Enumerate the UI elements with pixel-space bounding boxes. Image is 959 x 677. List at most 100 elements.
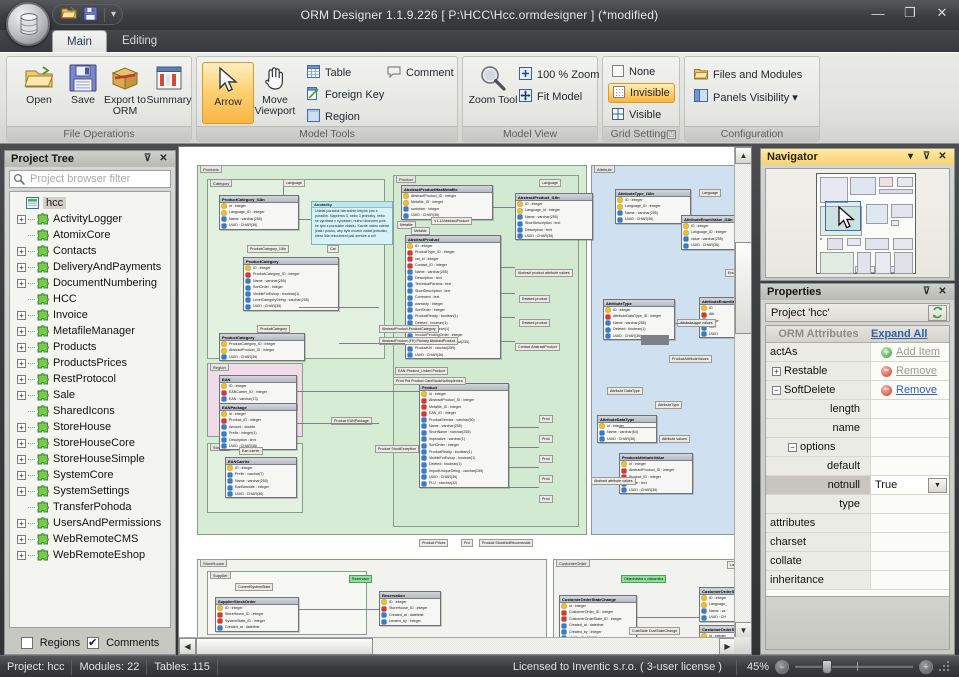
region-tool-button[interactable]: Region (303, 107, 364, 127)
tree-expander[interactable]: + (17, 246, 26, 256)
tree-expander[interactable]: + (17, 438, 26, 448)
diagram-table[interactable]: AttributeEnumValue_I18n ID : integer Langu… (681, 215, 735, 250)
panels-visibility-button[interactable]: Panels Visibility ▾ (690, 87, 802, 107)
relation-label[interactable]: CustState CustStateChange (629, 627, 681, 635)
tree-expander[interactable]: + (17, 278, 26, 288)
tree-item-activitylogger[interactable]: + ActivityLogger (13, 211, 170, 227)
grid-invisible-button[interactable]: Invisible (608, 83, 675, 103)
property-row-length[interactable]: length (766, 400, 949, 419)
canvas-horizontal-scrollbar[interactable]: ◀ ▶ (179, 637, 736, 654)
grid-none-button[interactable]: None (608, 62, 659, 82)
property-expander[interactable]: − (788, 442, 797, 452)
tree-item-storehousecore[interactable]: + StoreHouseCore (13, 435, 170, 451)
grid-settings-dialog-launcher[interactable]: ◳ (667, 130, 676, 139)
tree-expander[interactable]: + (17, 374, 26, 384)
navigator-thumbnail-map[interactable] (816, 173, 916, 274)
project-tree-pin-button[interactable]: ⊽ (142, 153, 153, 165)
relation-label[interactable]: ProductCategory (257, 325, 290, 333)
property-value-cell[interactable]: − Remove (871, 362, 949, 380)
property-expander[interactable]: + (772, 366, 781, 376)
table-tool-button[interactable]: Table (303, 63, 355, 83)
zoom-in-button[interactable]: + (919, 659, 933, 674)
regions-checkbox[interactable] (20, 636, 33, 649)
diagram-table[interactable]: AttributeType_I18n ID : integer Language_I… (615, 189, 691, 224)
property-row-SoftDelete[interactable]: − SoftDelete − Remove (766, 381, 949, 400)
relation-label[interactable]: AttributeType (655, 401, 683, 409)
close-button[interactable]: ✕ (931, 4, 953, 22)
property-value-cell[interactable] (871, 457, 949, 475)
files-and-modules-button[interactable]: Files and Modules (690, 65, 806, 85)
relation-label[interactable]: Related product (519, 319, 551, 327)
relation-label[interactable]: Prod (539, 495, 553, 503)
property-action-link[interactable]: Remove (896, 384, 937, 396)
grid-visible-button[interactable]: Visible (608, 105, 665, 125)
diagram-table[interactable]: AttributeDataType id : integer Name : varc… (597, 415, 657, 444)
project-tree-list[interactable]: hcc + ActivityLogger AtomixCore + Contacts + De… (9, 191, 171, 628)
property-row-default[interactable]: default (766, 457, 949, 476)
property-row-name[interactable]: name (766, 419, 949, 438)
diagram-comment-note[interactable]: Anotačky Udelat poradne hierarchie lebyhk… (311, 201, 393, 245)
remove-icon[interactable]: − (881, 365, 892, 377)
erd-diagram[interactable]: ProductsCategoryProductRegionStorageAttr… (179, 147, 735, 638)
comment-tool-button[interactable]: Comment (383, 63, 458, 83)
diagram-table[interactable]: AttributeEnumValueIDAttrNameSortUUID (699, 297, 735, 338)
relation-label[interactable]: Product Prices (419, 539, 449, 547)
property-row-type[interactable]: type (766, 495, 949, 514)
expand-all-link[interactable]: Expand All (871, 328, 927, 340)
diagram-table[interactable]: AttributeType ID : integer AttributeDataTy… (603, 299, 675, 340)
property-row-collate[interactable]: collate (766, 552, 949, 571)
qat-save-icon[interactable] (83, 6, 98, 24)
tree-expander[interactable]: + (17, 262, 26, 272)
relation-label[interactable]: Language (283, 179, 305, 187)
property-value-cell[interactable]: True ▼ (871, 476, 949, 494)
qat-open-icon[interactable] (61, 6, 77, 23)
tree-expander[interactable]: + (17, 390, 26, 400)
relation-label[interactable]: Abstract product attribute values (515, 269, 573, 277)
property-row-inheritance[interactable]: inheritance (766, 571, 949, 590)
relation-label[interactable]: Prd (461, 539, 473, 547)
qat-more-icon[interactable]: ▾ (111, 9, 116, 20)
tree-item-hcc[interactable]: HCC (13, 291, 170, 307)
relation-label-highlighted[interactable]: Rezervace (349, 575, 373, 583)
model-canvas-area[interactable]: ProductsCategoryProductRegionStorageAttr… (178, 146, 752, 655)
property-action-link[interactable]: Remove (896, 365, 937, 377)
arrow-tool-button[interactable]: Arrow (202, 62, 254, 124)
diagram-table[interactable]: CustomerOrderStateChange id : integer Cust… (559, 595, 637, 638)
relation-label[interactable]: Prod (539, 455, 553, 463)
zoom-out-button[interactable]: − (775, 659, 789, 674)
tree-item-contacts[interactable]: + Contacts (13, 243, 170, 259)
tree-item-systemsettings[interactable]: + SystemSettings (13, 483, 170, 499)
zoom-100-button[interactable]: 100 % Zoom (515, 65, 603, 85)
tree-item-sharedicons[interactable]: SharedIcons (13, 403, 170, 419)
relation-label[interactable]: Related product (519, 295, 551, 303)
navigator-body[interactable] (765, 168, 950, 278)
diagram-table[interactable]: ProductCategory ProductCategory_ID : inte… (219, 333, 305, 362)
tree-item-usersandpermissions[interactable]: + UsersAndPermissions (13, 515, 170, 531)
fit-model-button[interactable]: Fit Model (515, 87, 586, 107)
tree-item-deliveryandpayments[interactable]: + DeliveryAndPayments (13, 259, 170, 275)
property-row-notnull[interactable]: notnull True ▼ (766, 476, 949, 495)
tree-item-webremoteeshop[interactable]: + WebRemoteEshop (13, 547, 170, 563)
zoom-slider-thumb[interactable] (822, 660, 832, 674)
diagram-table[interactable]: AbstractProduct_I18n ID : integer Language… (515, 193, 593, 241)
tree-expander[interactable]: + (17, 358, 26, 368)
relation-label[interactable]: Product StockException (375, 445, 420, 453)
resize-grip-icon[interactable] (939, 660, 951, 673)
tree-expander[interactable]: + (17, 486, 26, 496)
tree-expander[interactable]: + (17, 470, 26, 480)
navigator-menu-button[interactable]: ▾ (905, 151, 916, 163)
property-row-Restable[interactable]: + Restable − Remove (766, 362, 949, 381)
tree-expander[interactable]: + (17, 422, 26, 432)
application-menu-orb[interactable] (6, 2, 50, 46)
summary-button[interactable]: Summary (143, 61, 195, 125)
relation-label[interactable]: Prod (539, 435, 553, 443)
vertical-scroll-thumb[interactable] (735, 242, 751, 334)
property-value-cell[interactable] (871, 552, 949, 570)
project-tree-close-button[interactable]: ✕ (158, 153, 169, 165)
diagram-table[interactable]: EANCarrier ID : integer Prefix : varchar(7… (225, 457, 297, 498)
diagram-table[interactable]: EANPackage id : integer Product_ID : integ… (219, 403, 297, 451)
tree-item-sale[interactable]: + Sale (13, 387, 170, 403)
diagram-table[interactable]: ProductAttributeValue id : integer Abstrac… (619, 453, 693, 494)
property-row-attributes[interactable]: attributes (766, 514, 949, 533)
foreign-key-tool-button[interactable]: Foreign Key (303, 85, 388, 105)
